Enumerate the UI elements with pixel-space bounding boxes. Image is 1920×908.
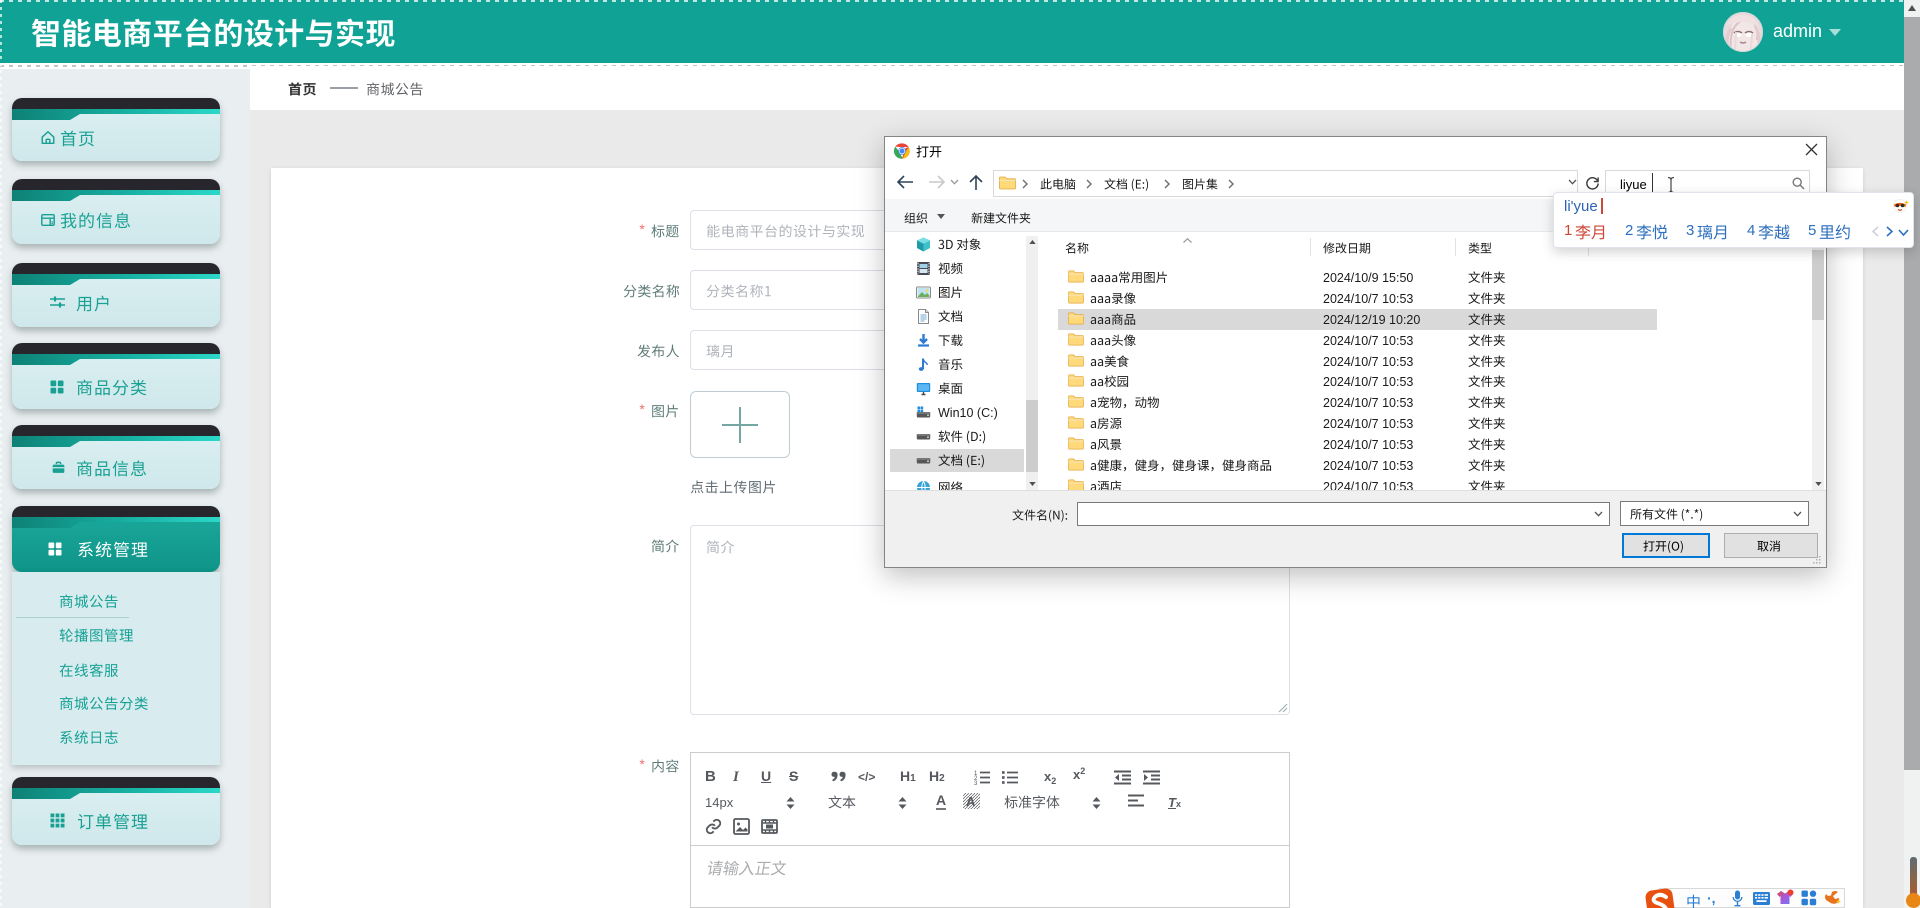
- svg-text:A: A: [966, 794, 976, 809]
- svg-text:3: 3: [974, 781, 978, 785]
